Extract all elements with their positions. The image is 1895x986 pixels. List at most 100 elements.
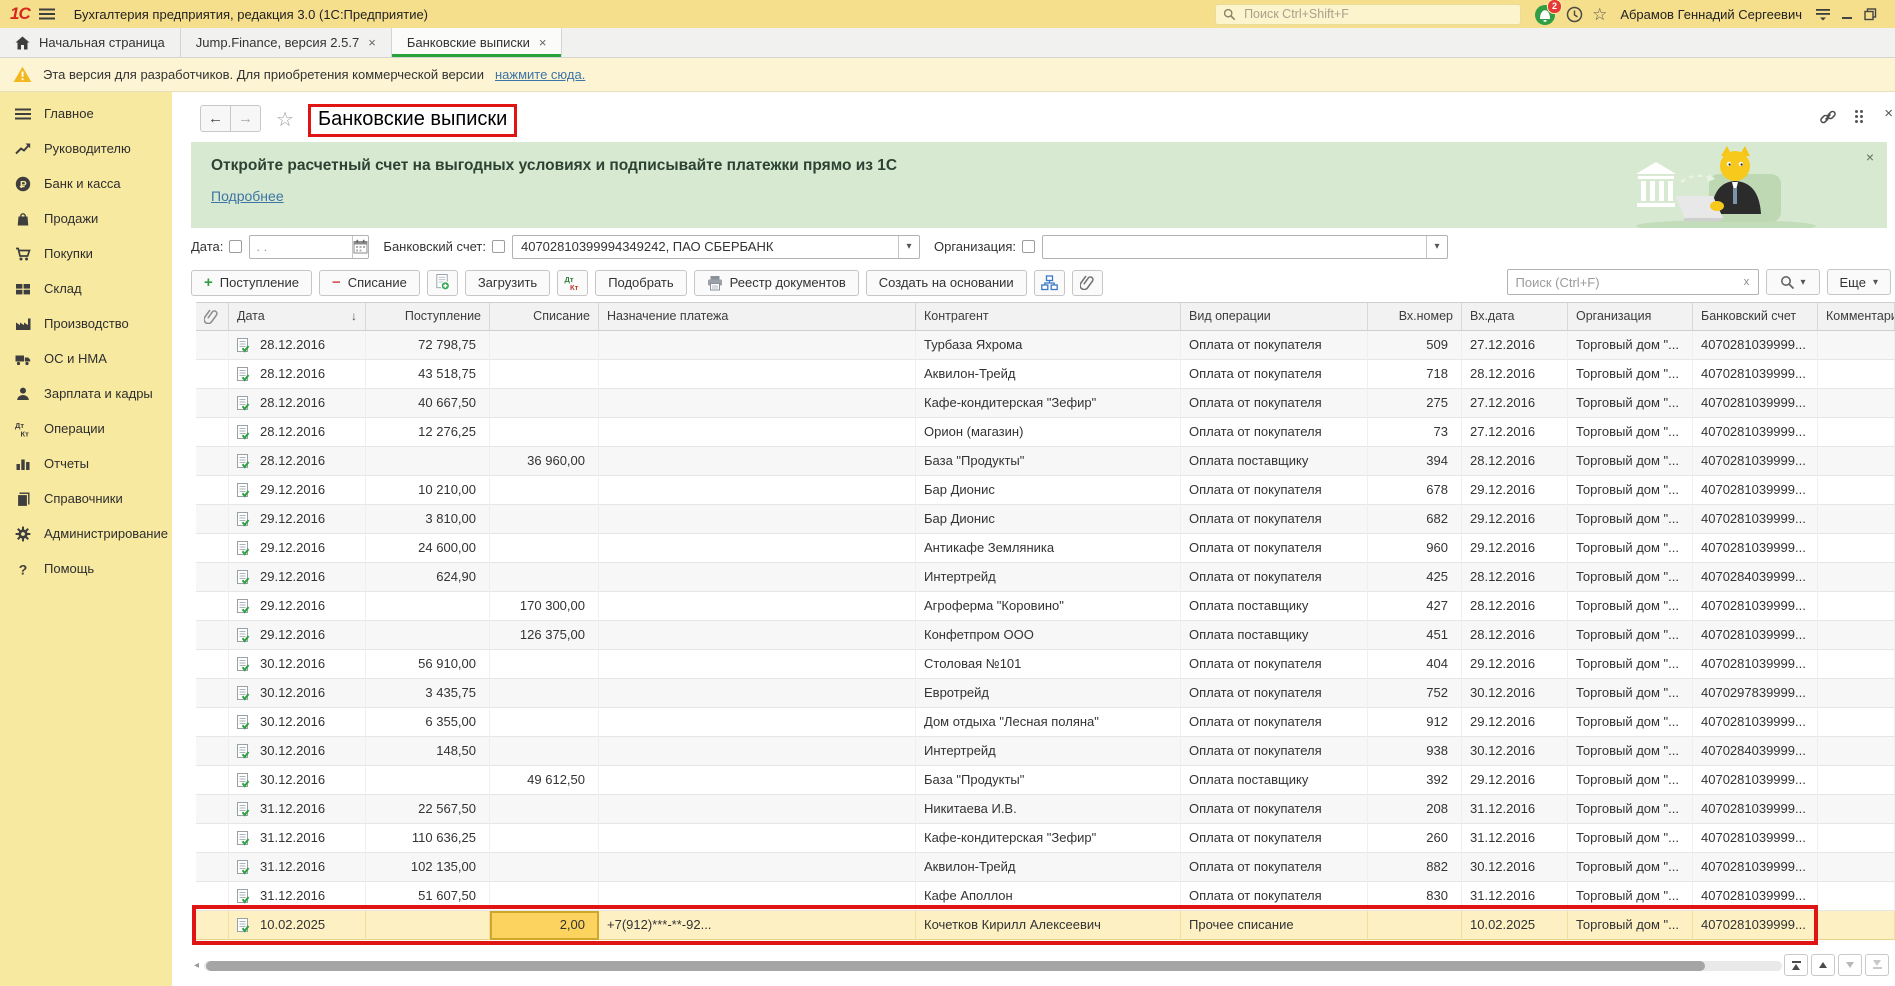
tab-home[interactable]: Начальная страница (0, 28, 181, 57)
cell-writeoff[interactable] (490, 360, 599, 389)
cell-comment[interactable] (1818, 650, 1895, 679)
cell-account[interactable]: 4070281039999... (1693, 882, 1818, 911)
pick-button[interactable]: Подобрать (595, 270, 686, 296)
cell-purpose[interactable] (599, 766, 916, 795)
cell-date[interactable]: 31.12.2016 (229, 824, 366, 853)
scroll-left-icon[interactable]: ◂ (194, 961, 199, 971)
buy-commercial-link[interactable]: нажмите сюда. (495, 67, 585, 82)
cell-account[interactable]: 4070281039999... (1693, 911, 1818, 940)
sidebar-item-reports[interactable]: Отчеты (0, 446, 172, 481)
cell-receipt[interactable] (366, 621, 490, 650)
search-settings-button[interactable]: ▾ (1766, 269, 1820, 295)
cell-attachments[interactable] (196, 418, 229, 447)
cell-attachments[interactable] (196, 389, 229, 418)
cell-in-date[interactable]: 27.12.2016 (1462, 331, 1568, 360)
cell-account[interactable]: 4070284039999... (1693, 563, 1818, 592)
column-header-1[interactable]: Дата↓ (229, 303, 366, 330)
scrollbar-thumb[interactable] (206, 961, 1705, 971)
table-row[interactable]: 31.12.2016102 135,00Аквилон-ТрейдОплата … (196, 853, 1895, 882)
cell-in-date[interactable]: 29.12.2016 (1462, 766, 1568, 795)
cell-operation[interactable]: Оплата от покупателя (1181, 795, 1368, 824)
banner-details-link[interactable]: Подробнее (211, 188, 284, 204)
cell-counterparty[interactable]: Кафе-кондитерская "Зефир" (916, 389, 1181, 418)
cell-purpose[interactable] (599, 534, 916, 563)
cell-organization[interactable]: Торговый дом "... (1568, 708, 1693, 737)
cell-receipt[interactable]: 110 636,25 (366, 824, 490, 853)
cell-organization[interactable]: Торговый дом "... (1568, 737, 1693, 766)
cell-writeoff[interactable] (490, 708, 599, 737)
cell-comment[interactable] (1818, 476, 1895, 505)
add-favorite-icon[interactable]: ☆ (276, 107, 294, 132)
cell-receipt[interactable] (366, 447, 490, 476)
cell-in-date[interactable]: 27.12.2016 (1462, 418, 1568, 447)
cell-attachments[interactable] (196, 505, 229, 534)
cell-comment[interactable] (1818, 505, 1895, 534)
sidebar-item-main[interactable]: Главное (0, 96, 172, 131)
cell-in-number[interactable]: 425 (1368, 563, 1462, 592)
cell-comment[interactable] (1818, 534, 1895, 563)
create-based-on-button[interactable]: Создать на основании (866, 270, 1027, 296)
cell-attachments[interactable] (196, 882, 229, 911)
cell-comment[interactable] (1818, 766, 1895, 795)
sidebar-item-bank[interactable]: РБанк и касса (0, 166, 172, 201)
cell-attachments[interactable] (196, 708, 229, 737)
cell-organization[interactable]: Торговый дом "... (1568, 360, 1693, 389)
table-row[interactable]: 29.12.20163 810,00Бар ДионисОплата от по… (196, 505, 1895, 534)
cell-date[interactable]: 28.12.2016 (229, 447, 366, 476)
cell-operation[interactable]: Оплата от покупателя (1181, 563, 1368, 592)
column-header-4[interactable]: Назначение платежа (599, 303, 916, 330)
date-input[interactable] (250, 239, 352, 254)
cell-attachments[interactable] (196, 795, 229, 824)
cell-in-date[interactable]: 29.12.2016 (1462, 708, 1568, 737)
cell-comment[interactable] (1818, 853, 1895, 882)
cell-counterparty[interactable]: Бар Дионис (916, 505, 1181, 534)
cell-organization[interactable]: Торговый дом "... (1568, 418, 1693, 447)
attachments-button[interactable] (1072, 270, 1103, 296)
cell-receipt[interactable]: 3 810,00 (366, 505, 490, 534)
cell-writeoff[interactable] (490, 389, 599, 418)
writeoff-button[interactable]: − Списание (319, 270, 420, 296)
cell-in-number[interactable]: 938 (1368, 737, 1462, 766)
cell-purpose[interactable] (599, 447, 916, 476)
cell-purpose[interactable] (599, 592, 916, 621)
minimize-button[interactable] (1840, 7, 1854, 21)
cell-organization[interactable]: Торговый дом "... (1568, 766, 1693, 795)
cell-writeoff[interactable]: 170 300,00 (490, 592, 599, 621)
column-header-9[interactable]: Организация (1568, 303, 1693, 330)
cell-purpose[interactable] (599, 679, 916, 708)
structure-button[interactable] (1034, 270, 1065, 296)
cell-account[interactable]: 4070281039999... (1693, 505, 1818, 534)
go-first-button[interactable] (1784, 954, 1808, 976)
cell-organization[interactable]: Торговый дом "... (1568, 911, 1693, 940)
cell-account[interactable]: 4070281039999... (1693, 331, 1818, 360)
cell-comment[interactable] (1818, 592, 1895, 621)
cell-operation[interactable]: Оплата поставщику (1181, 592, 1368, 621)
cell-operation[interactable]: Оплата от покупателя (1181, 418, 1368, 447)
global-search-input[interactable] (1242, 6, 1513, 22)
cell-writeoff[interactable] (490, 505, 599, 534)
cell-date[interactable]: 30.12.2016 (229, 766, 366, 795)
cell-operation[interactable]: Оплата от покупателя (1181, 476, 1368, 505)
cell-date[interactable]: 29.12.2016 (229, 505, 366, 534)
cell-attachments[interactable] (196, 621, 229, 650)
cell-purpose[interactable] (599, 795, 916, 824)
cell-in-date[interactable]: 27.12.2016 (1462, 389, 1568, 418)
favorites-icon[interactable]: ☆ (1592, 6, 1607, 23)
cell-receipt[interactable]: 102 135,00 (366, 853, 490, 882)
cell-in-date[interactable]: 10.02.2025 (1462, 911, 1568, 940)
cell-purpose[interactable] (599, 418, 916, 447)
cell-receipt[interactable]: 10 210,00 (366, 476, 490, 505)
table-row[interactable]: 10.02.20252,00+7(912)***-**-92...Кочетко… (196, 911, 1895, 940)
table-row[interactable]: 28.12.201636 960,00База "Продукты"Оплата… (196, 447, 1895, 476)
cell-receipt[interactable] (366, 911, 490, 940)
cell-comment[interactable] (1818, 447, 1895, 476)
cell-comment[interactable] (1818, 563, 1895, 592)
cell-attachments[interactable] (196, 447, 229, 476)
cell-comment[interactable] (1818, 360, 1895, 389)
table-row[interactable]: 30.12.2016148,50ИнтертрейдОплата от поку… (196, 737, 1895, 766)
cell-organization[interactable]: Торговый дом "... (1568, 389, 1693, 418)
cell-operation[interactable]: Оплата от покупателя (1181, 853, 1368, 882)
cell-date[interactable]: 29.12.2016 (229, 534, 366, 563)
cell-counterparty[interactable]: Кочетков Кирилл Алексеевич (916, 911, 1181, 940)
cell-operation[interactable]: Оплата от покупателя (1181, 331, 1368, 360)
